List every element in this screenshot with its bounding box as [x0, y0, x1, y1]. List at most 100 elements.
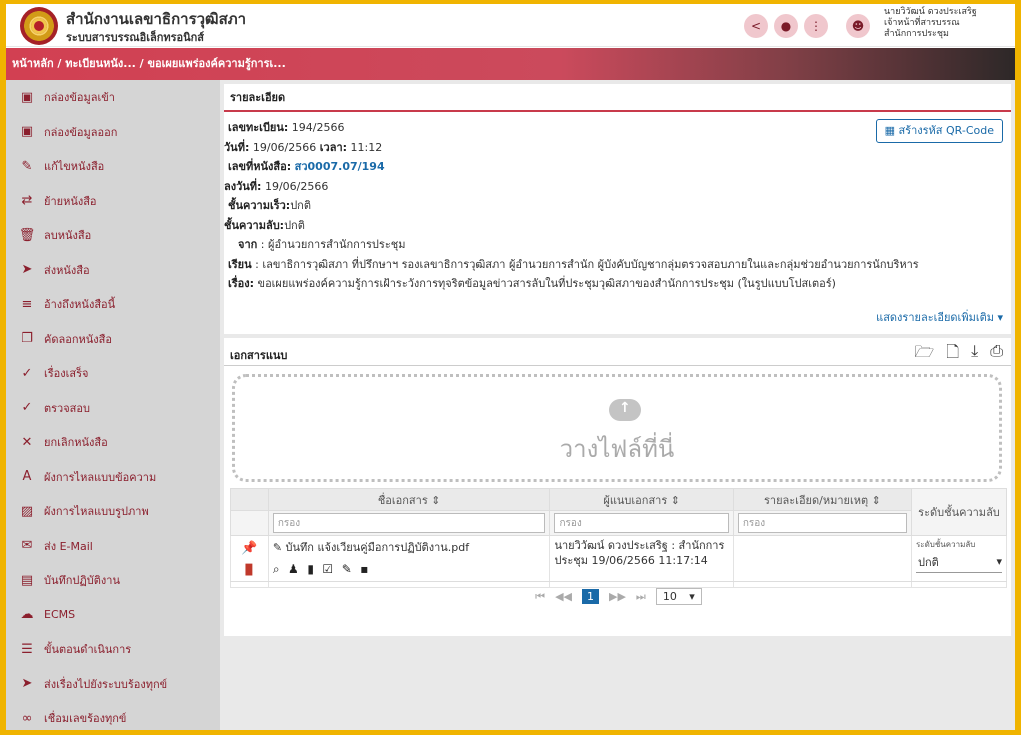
- senate-logo: [20, 7, 58, 45]
- cloud-upload-icon: [609, 399, 641, 421]
- user-name: นายวิวัฒน์ ดวงประเสริฐ: [884, 7, 977, 17]
- date-label: วันที่:: [224, 140, 250, 154]
- secret-level-value: ปกติ: [917, 555, 939, 569]
- sidebar-item-label: ยกเลิกหนังสือ: [44, 436, 108, 450]
- last-page-icon[interactable]: ⏭: [636, 590, 646, 604]
- book-icon[interactable]: ▮: [307, 562, 314, 576]
- sidebar-item-2[interactable]: ▣ กล่องข้อมูลออก: [6, 115, 220, 150]
- pin-icon[interactable]: 📌: [235, 538, 264, 560]
- new-file-icon[interactable]: 🗋: [946, 341, 959, 368]
- sidebar-item-18[interactable]: ➤ ส่งเรื่องไปยังระบบร้องทุกข์: [6, 667, 220, 702]
- sidebar-item-12[interactable]: A ผังการไหลแบบข้อความ: [6, 460, 220, 495]
- delete-icon[interactable]: ▪: [360, 562, 368, 576]
- user-icon[interactable]: ☻: [846, 14, 870, 38]
- sidebar-item-6[interactable]: ➤ ส่งหนังสือ: [6, 253, 220, 288]
- from-label: จาก: [238, 238, 258, 251]
- top-header: สำนักงานเลขาธิการวุฒิสภา ระบบสารบรรณอิเล…: [6, 4, 1015, 47]
- col-secret-label: ระดับชั้นความลับ: [918, 506, 1000, 519]
- breadcrumb[interactable]: หน้าหลัก / ทะเบียนหนัง... / ขอเผยแพร่องค…: [6, 48, 1015, 80]
- file-dropzone[interactable]: วางไฟล์ที่นี่: [232, 374, 1002, 482]
- note-cell: [732, 535, 912, 588]
- chevron-down-icon: ▾: [996, 555, 1002, 568]
- sidebar-item-19[interactable]: ∞ เชื่อมเลขร้องทุกข์: [6, 701, 220, 730]
- page-size-select[interactable]: 10 ▾: [655, 588, 702, 605]
- sidebar-item-10[interactable]: ✓ ตรวจสอบ: [6, 391, 220, 426]
- sidebar-item-label: ย้ายหนังสือ: [44, 194, 97, 208]
- signed-label: ลงวันที่:: [224, 179, 262, 193]
- doc-no-link[interactable]: สว0007.07/194: [295, 160, 385, 173]
- open-folder-icon[interactable]: 🗁: [914, 341, 934, 368]
- user-info[interactable]: นายวิวัฒน์ ดวงประเสริฐ เจ้าหน้าที่สารบรร…: [884, 7, 977, 40]
- email-icon: ✉: [21, 538, 33, 554]
- reference-icon: ≡: [21, 296, 33, 312]
- bell-icon[interactable]: ●: [774, 14, 798, 38]
- annotate-icon[interactable]: ☑: [322, 562, 333, 576]
- sidebar-item-7[interactable]: ≡ อ้างถึงหนังสือนี้: [6, 287, 220, 322]
- filter-note-input[interactable]: กรอง: [737, 513, 907, 533]
- edit-icon[interactable]: ✎: [342, 562, 352, 576]
- col-filename[interactable]: ชื่อเอกสาร ⇕: [267, 488, 551, 511]
- download-icon[interactable]: ⤓: [971, 341, 978, 368]
- apps-icon[interactable]: ⋮: [804, 14, 828, 38]
- time-label: เวลา:: [319, 140, 348, 154]
- trash-icon: 🗑: [18, 227, 36, 243]
- page-number-current[interactable]: 1: [582, 589, 599, 604]
- col-attached-by[interactable]: ผู้แนบเอกสาร ⇕: [549, 488, 734, 511]
- reg-no: 194/2566: [291, 121, 345, 134]
- sidebar-item-11[interactable]: ✕ ยกเลิกหนังสือ: [6, 425, 220, 460]
- col-filename-label: ชื่อเอกสาร ⇕: [377, 493, 441, 507]
- sidebar-item-13[interactable]: ▨ ผังการไหลแบบรูปภาพ: [6, 494, 220, 529]
- secret-label: ชั้นความลับ:: [224, 218, 285, 232]
- first-page-icon[interactable]: ⏮: [535, 590, 545, 604]
- pdf-file-icon: ▉: [245, 565, 254, 576]
- share-icon[interactable]: <: [744, 14, 768, 38]
- sidebar-item-4[interactable]: ⇄ ย้ายหนังสือ: [6, 184, 220, 219]
- time-value: 11:12: [350, 140, 383, 154]
- user-role: เจ้าหน้าที่สารบรรณ: [884, 18, 960, 28]
- log-icon: ▤: [20, 572, 34, 588]
- sidebar-item-17[interactable]: ☰ ขั้นตอนดำเนินการ: [6, 632, 220, 667]
- subject-value: ขอเผยแพร่องค์ความรู้การเฝ้าระวังการทุจริ…: [257, 277, 836, 290]
- sidebar-item-8[interactable]: ❐ คัดลอกหนังสือ: [6, 322, 220, 357]
- page-size-value: 10: [662, 590, 677, 603]
- sidebar-item-5[interactable]: 🗑 ลบหนังสือ: [6, 218, 220, 253]
- date-value: 19/06/2566: [252, 140, 317, 154]
- sidebar-item-1[interactable]: ▣ กล่องข้อมูลเข้า: [6, 80, 220, 115]
- sidebar-item-label: ผังการไหลแบบรูปภาพ: [44, 505, 149, 519]
- col-note[interactable]: รายละเอียด/หมายเหตุ ⇕: [732, 488, 912, 511]
- show-more-link[interactable]: แสดงรายละเอียดเพิ่มเติม ▾: [876, 308, 1003, 326]
- filter-filename-input[interactable]: กรอง: [272, 513, 546, 533]
- file-name[interactable]: บันทึก แจ้งเวียนคู่มือการปฏิบัติงาน.pdf: [286, 541, 470, 554]
- org-subtitle: ระบบสารบรรณอิเล็กทรอนิกส์: [66, 31, 205, 44]
- filter-attached-by-input[interactable]: กรอง: [554, 513, 729, 533]
- sign-icon[interactable]: ♟: [288, 562, 299, 576]
- pagination: ⏮ ◀◀ 1 ▶▶ ⏭ 10 ▾: [230, 581, 1007, 611]
- secret-value: ปกติ: [284, 218, 305, 232]
- sidebar-item-16[interactable]: ☁ ECMS: [6, 598, 220, 633]
- edit-name-icon[interactable]: ✎: [273, 541, 282, 554]
- sidebar-item-15[interactable]: ▤ บันทึกปฏิบัติงาน: [6, 563, 220, 598]
- zoom-icon[interactable]: ⌕: [273, 562, 280, 576]
- sidebar-item-9[interactable]: ✓ เรื่องเสร็จ: [6, 356, 220, 391]
- sidebar-item-label: ส่ง E-Mail: [44, 539, 93, 553]
- swap-icon: ⇄: [21, 193, 33, 209]
- sidebar-item-label: บันทึกปฏิบัติงาน: [44, 574, 120, 588]
- inbox-icon: ▣: [20, 89, 34, 105]
- print-icon[interactable]: ⎙: [990, 341, 1003, 368]
- sidebar-item-14[interactable]: ✉ ส่ง E-Mail: [6, 529, 220, 564]
- secret-level-select[interactable]: ปกติ ▾: [915, 551, 1002, 573]
- sidebar-item-3[interactable]: ✎ แก้ไขหนังสือ: [6, 149, 220, 184]
- sidebar: ▣ กล่องข้อมูลเข้า ▣ กล่องข้อมูลออก ✎ แก้ไขหนั…: [6, 80, 220, 730]
- forward-icon: ➤: [21, 676, 33, 692]
- secret-level-label: ระดับชั้นความลับ: [915, 540, 976, 549]
- sidebar-item-label: ECMS: [44, 608, 76, 622]
- attachments-table: ชื่อเอกสาร ⇕ ผู้แนบเอกสาร ⇕ รายละเอียด/ห…: [230, 488, 1008, 588]
- qr-icon: ▦: [884, 124, 895, 137]
- sidebar-item-label: ส่งหนังสือ: [44, 263, 90, 277]
- table-row: 📌 ▉ ✎ บันทึก แจ้งเวียนคู่มือการปฏิบัติงา…: [230, 535, 1008, 588]
- create-qr-button[interactable]: ▦ สร้างรหัส QR-Code: [875, 119, 1003, 143]
- prev-page-icon[interactable]: ◀◀: [555, 590, 572, 603]
- doc-no-label: เลขที่หนังสือ:: [228, 160, 292, 173]
- next-page-icon[interactable]: ▶▶: [609, 590, 626, 603]
- check-icon: ✓: [21, 400, 33, 416]
